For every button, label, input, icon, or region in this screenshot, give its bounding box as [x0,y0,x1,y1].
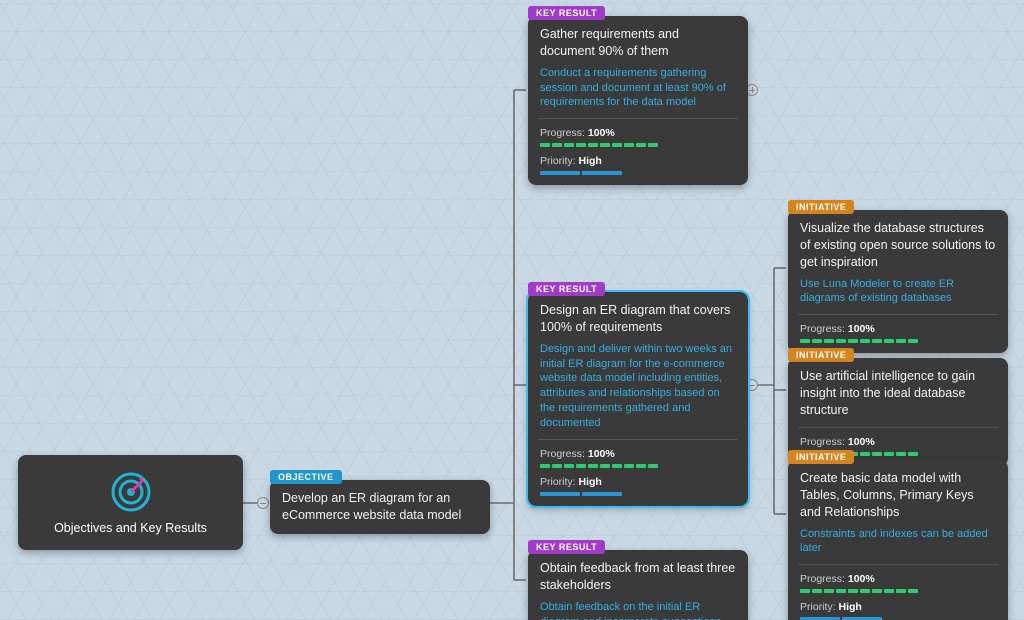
priority-label: Priority: High [540,155,736,167]
initiative-tag: INITIATIVE [788,450,854,464]
divider [798,314,998,315]
progress-label: Progress: 100% [800,323,996,335]
initiative-title: Create basic data model with Tables, Col… [800,470,996,521]
objective-node[interactable]: OBJECTIVE Develop an ER diagram for an e… [270,480,490,534]
divider [798,564,998,565]
priority-label: Priority: High [800,601,996,613]
divider [538,439,738,440]
initiative-desc: Use Luna Modeler to create ER diagrams o… [800,277,996,307]
priority-label: Priority: High [540,476,736,488]
priority-bar [540,171,736,175]
collapse-pip[interactable] [257,497,269,509]
initiative-tag: INITIATIVE [788,200,854,214]
kr-title: Gather requirements and document 90% of … [540,26,736,60]
kr-desc: Conduct a requirements gathering session… [540,66,736,111]
key-result-tag: KEY RESULT [528,6,605,20]
initiative-title: Use artificial intelligence to gain insi… [800,368,996,419]
initiative-tag: INITIATIVE [788,348,854,362]
kr-title: Obtain feedback from at least three stak… [540,560,736,594]
kr-desc: Design and deliver within two weeks an i… [540,342,736,431]
progress-label: Progress: 100% [540,127,736,139]
kr-node-feedback[interactable]: KEY RESULT Obtain feedback from at least… [528,550,748,620]
initiative-node-visualize[interactable]: INITIATIVE Visualize the database struct… [788,210,1008,353]
root-okr-node[interactable]: Objectives and Key Results [18,455,243,550]
initiative-desc: Constraints and indexes can be added lat… [800,527,996,557]
key-result-tag: KEY RESULT [528,540,605,554]
kr-title: Design an ER diagram that covers 100% of… [540,302,736,336]
progress-label: Progress: 100% [800,573,996,585]
okr-mindmap-canvas[interactable]: Objectives and Key Results OBJECTIVE Dev… [0,0,1024,620]
initiative-node-basic-model[interactable]: INITIATIVE Create basic data model with … [788,460,1008,620]
divider [538,118,738,119]
initiative-title: Visualize the database structures of exi… [800,220,996,271]
divider [798,427,998,428]
kr-node-design[interactable]: KEY RESULT Design an ER diagram that cov… [528,292,748,506]
objective-title: Develop an ER diagram for an eCommerce w… [282,490,478,524]
progress-bar [540,143,736,147]
progress-bar [540,464,736,468]
progress-bar [800,339,996,343]
priority-bar [540,492,736,496]
kr-desc: Obtain feedback on the initial ER diagra… [540,600,736,620]
progress-label: Progress: 100% [540,448,736,460]
objective-tag: OBJECTIVE [270,470,342,484]
kr-node-gather[interactable]: KEY RESULT Gather requirements and docum… [528,16,748,185]
target-icon [110,471,152,513]
progress-bar [800,589,996,593]
root-title: Objectives and Key Results [54,521,207,535]
progress-label: Progress: 100% [800,436,996,448]
key-result-tag: KEY RESULT [528,282,605,296]
